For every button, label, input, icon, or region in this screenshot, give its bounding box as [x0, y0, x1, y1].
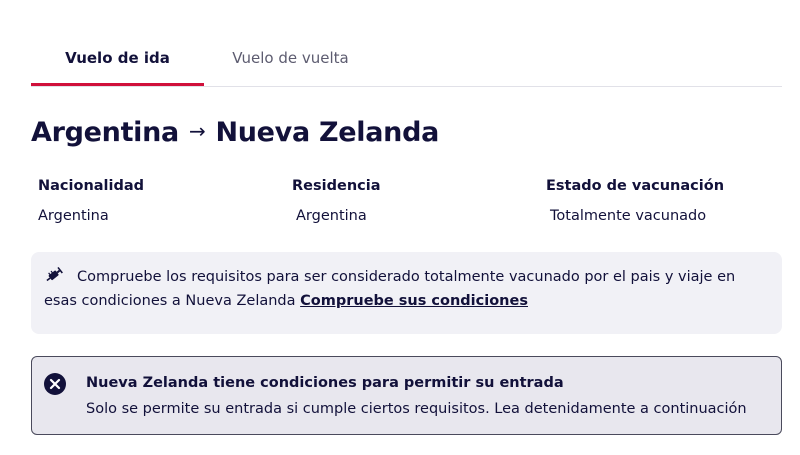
vaccination-info-box: Compruebe los requisitos para ser consid… — [31, 252, 782, 334]
entry-conditions-alert: Nueva Zelanda tiene condiciones para per… — [31, 356, 782, 435]
route-destination: Nueva Zelanda — [215, 117, 440, 148]
vaccination-column: Estado de vacunación Totalmente vacunado — [546, 176, 724, 226]
residence-value: Argentina — [296, 208, 367, 224]
tab-outbound-flight[interactable]: Vuelo de ida — [31, 40, 204, 86]
syringe-icon — [44, 266, 64, 284]
check-conditions-link[interactable]: Compruebe sus condiciones — [300, 293, 528, 309]
vaccination-value: Totalmente vacunado — [550, 208, 707, 224]
alert-text: Solo se permite su entrada si cumple cie… — [86, 401, 747, 417]
flight-tabs: Vuelo de ida Vuelo de vuelta — [31, 40, 782, 87]
route-arrow-icon: → — [188, 119, 206, 143]
nationality-column: Nacionalidad Argentina — [38, 176, 144, 226]
nationality-label: Nacionalidad — [38, 178, 145, 194]
alert-title: Nueva Zelanda tiene condiciones para per… — [86, 375, 564, 391]
nationality-value: Argentina — [38, 208, 109, 224]
route-title: Argentina → Nueva Zelanda — [31, 113, 439, 154]
route-origin: Argentina — [31, 117, 179, 148]
residence-label: Residencia — [292, 178, 381, 194]
residence-column: Residencia Argentina — [292, 176, 381, 226]
tab-return-flight[interactable]: Vuelo de vuelta — [204, 40, 377, 85]
close-circle-icon — [44, 373, 66, 395]
vaccination-label: Estado de vacunación — [546, 178, 725, 194]
travel-requirements-page: Vuelo de ida Vuelo de vuelta Argentina → N… — [0, 0, 800, 455]
